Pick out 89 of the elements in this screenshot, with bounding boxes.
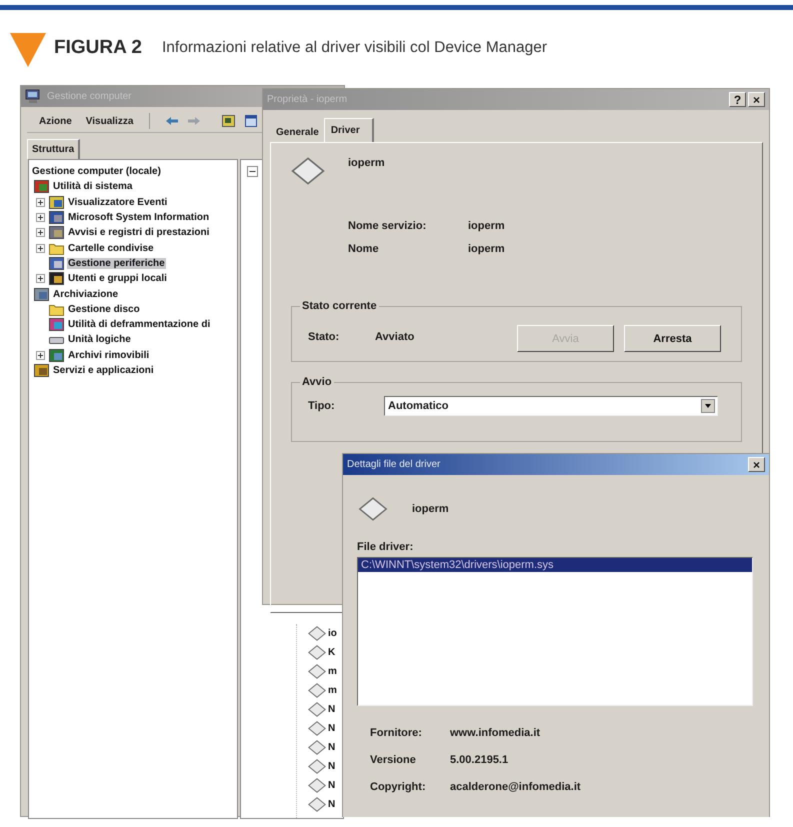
stop-button[interactable]: Arresta xyxy=(624,325,721,352)
list-item[interactable]: N xyxy=(328,799,336,810)
back-arrow-icon[interactable] xyxy=(166,117,178,125)
list-item[interactable]: N xyxy=(328,723,336,734)
tree-item[interactable]: Cartelle condivise xyxy=(36,242,155,255)
diamond-icon xyxy=(308,645,326,660)
tile-icon xyxy=(49,348,64,362)
field-label: Nome servizio: xyxy=(348,220,428,232)
field-value: ioperm xyxy=(468,220,506,232)
file-item[interactable]: C:\WINNT\system32\drivers\ioperm.sys xyxy=(358,558,752,572)
tab[interactable]: Struttura xyxy=(27,139,80,159)
diamond-icon xyxy=(308,702,326,717)
list-item[interactable]: N xyxy=(328,704,336,715)
list-item[interactable]: K xyxy=(328,647,336,658)
expand-icon[interactable] xyxy=(36,213,45,222)
triangle-icon xyxy=(10,33,46,67)
tile-icon xyxy=(49,196,64,209)
type-label: Tipo: xyxy=(308,400,336,412)
expand-icon[interactable] xyxy=(36,350,45,360)
diamond-icon xyxy=(358,497,388,521)
tile-icon xyxy=(34,180,49,194)
tile-icon xyxy=(49,211,64,224)
tree-item[interactable]: Visualizzatore Eventi xyxy=(36,196,168,209)
tile-icon xyxy=(34,364,49,377)
field-value: ioperm xyxy=(468,243,506,255)
diamond-icon xyxy=(308,683,326,698)
menu-item[interactable]: Azione xyxy=(39,116,72,126)
tree-item[interactable]: Archivi rimovibili xyxy=(36,348,150,362)
computer-icon xyxy=(25,89,41,104)
tab[interactable]: Driver xyxy=(324,118,374,142)
driver-name: ioperm xyxy=(412,503,449,515)
help-button[interactable]: ? xyxy=(729,92,746,107)
tree-item[interactable]: Archiviazione xyxy=(34,288,120,301)
tree-item[interactable]: Gestione disco xyxy=(36,302,141,316)
field-label: Nome xyxy=(348,243,380,255)
collapse-icon[interactable] xyxy=(247,166,258,177)
tree-item[interactable]: Utilità di deframmentazione di xyxy=(36,318,212,332)
window-icon[interactable] xyxy=(245,115,258,127)
expand-icon[interactable] xyxy=(36,228,45,238)
diamond-icon xyxy=(291,157,325,185)
tree-item[interactable]: Utenti e gruppi locali xyxy=(36,272,168,286)
list-item[interactable]: N xyxy=(328,761,336,772)
info-label: Fornitore: xyxy=(370,727,423,739)
diamond-icon xyxy=(308,721,326,736)
expand-icon[interactable] xyxy=(36,244,45,253)
figure-caption: Informazioni relative al driver visibili col Device Manager xyxy=(162,39,548,57)
tile-icon xyxy=(49,318,64,332)
list-item[interactable]: N xyxy=(328,780,336,791)
tree-item[interactable]: Utilità di sistema xyxy=(34,180,134,194)
driver-name: ioperm xyxy=(348,157,385,169)
expand-icon[interactable] xyxy=(36,198,45,207)
tree-item[interactable]: Unità logiche xyxy=(36,333,132,346)
diamond-icon xyxy=(308,626,326,641)
status-value: Avviato xyxy=(375,330,416,342)
tile-icon xyxy=(49,256,64,270)
diamond-icon xyxy=(308,778,326,793)
tree-item[interactable]: Gestione computer (locale) xyxy=(31,166,162,178)
info-value: acalderone@infomedia.it xyxy=(450,781,582,793)
list-item[interactable]: io xyxy=(328,628,337,639)
figure-label: FIGURA 2 xyxy=(54,37,142,59)
menu-item[interactable]: Visualizza xyxy=(86,116,134,126)
window-title: Proprietà - ioperm xyxy=(267,94,348,105)
diamond-icon xyxy=(308,797,326,812)
list-item[interactable]: N xyxy=(328,742,336,753)
expand-icon[interactable] xyxy=(36,274,45,284)
tree-item[interactable]: Microsoft System Information xyxy=(36,211,210,224)
tile-icon xyxy=(49,226,64,240)
tree-item[interactable]: Servizi e applicazioni xyxy=(34,364,155,377)
tile-icon xyxy=(34,288,49,301)
group-title: Avvio xyxy=(301,376,333,388)
diamond-icon xyxy=(308,759,326,774)
info-label: Copyright: xyxy=(370,781,427,793)
files-label: File driver: xyxy=(357,541,414,553)
tile-icon xyxy=(49,272,64,286)
window-title: Dettagli file del driver xyxy=(347,459,440,470)
status-label: Stato: xyxy=(308,330,340,342)
close-button[interactable]: × xyxy=(748,457,765,472)
info-label: Versione xyxy=(370,754,417,766)
list-item[interactable]: m xyxy=(328,666,337,677)
tree-item[interactable]: Avvisi e registri di prestazioni xyxy=(36,226,210,240)
group-title: Stato corrente xyxy=(301,300,378,312)
diamond-icon xyxy=(308,664,326,679)
info-value: www.infomedia.it xyxy=(450,727,542,739)
diamond-icon xyxy=(308,740,326,755)
type-dropdown[interactable]: Automatico xyxy=(384,396,718,416)
close-button[interactable]: × xyxy=(748,92,765,107)
info-value: 5.00.2195.1 xyxy=(450,754,510,766)
list-item[interactable]: m xyxy=(328,685,337,696)
tab[interactable]: Generale xyxy=(271,122,324,142)
